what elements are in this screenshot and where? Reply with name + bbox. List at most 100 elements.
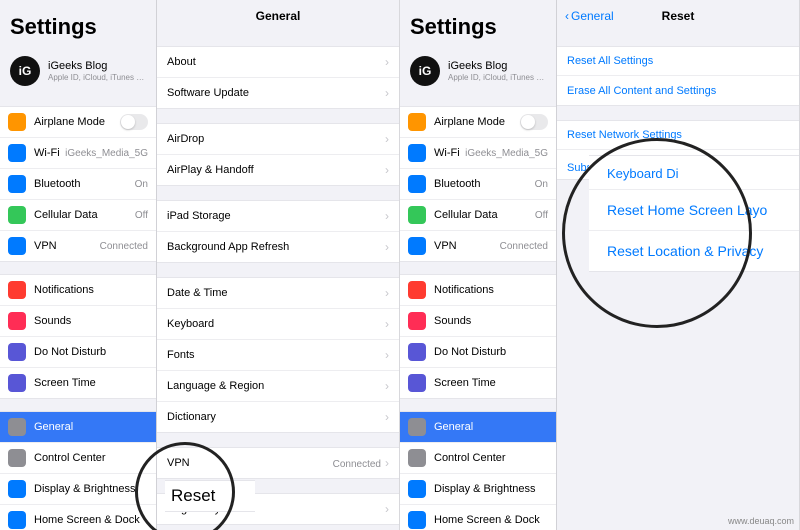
- vpn-icon: [408, 237, 426, 255]
- sidebar-item-label: General: [434, 421, 548, 433]
- sidebar-item-label: Airplane Mode: [434, 116, 520, 128]
- display-icon: [408, 480, 426, 498]
- sidebar-item-label: Display & Brightness: [34, 483, 148, 495]
- sidebar-item-label: Control Center: [34, 452, 148, 464]
- cellular-icon: [408, 206, 426, 224]
- general-row-language-region[interactable]: Language & Region›: [157, 371, 399, 402]
- erase-all-content[interactable]: Erase All Content and Settings: [557, 76, 799, 105]
- sidebar-item-screentime[interactable]: Screen Time: [0, 368, 156, 398]
- general-row-airplay-handoff[interactable]: AirPlay & Handoff›: [157, 155, 399, 185]
- back-button[interactable]: ‹ General: [565, 9, 614, 23]
- toggle-switch[interactable]: [520, 114, 548, 130]
- sidebar-item-display[interactable]: Display & Brightness: [400, 474, 556, 505]
- reset-all-settings[interactable]: Reset All Settings: [557, 47, 799, 76]
- control-center-icon: [8, 449, 26, 467]
- general-detail: General About›Software Update› AirDrop›Ai…: [156, 0, 399, 530]
- detail-header-2: ‹ General Reset: [557, 0, 799, 32]
- sidebar-item-display[interactable]: Display & Brightness: [0, 474, 156, 505]
- sidebar-item-airplane-mode[interactable]: Airplane Mode: [0, 107, 156, 138]
- general-row-airdrop[interactable]: AirDrop›: [157, 124, 399, 155]
- account-sub: Apple ID, iCloud, iTunes & App St…: [48, 73, 148, 82]
- chevron-right-icon: ›: [385, 286, 389, 300]
- sidebar-item-airplane-mode[interactable]: Airplane Mode: [400, 107, 556, 138]
- sidebar-item-cellular[interactable]: Cellular DataOff: [0, 200, 156, 231]
- chevron-right-icon: ›: [385, 379, 389, 393]
- chevron-right-icon: ›: [385, 317, 389, 331]
- sidebar-item-label: Screen Time: [34, 377, 148, 389]
- sidebar-item-control-center[interactable]: Control Center: [0, 443, 156, 474]
- toggle-switch[interactable]: [120, 114, 148, 130]
- wifi-icon: [408, 144, 426, 162]
- right-pane: Settings iG iGeeks Blog Apple ID, iCloud…: [400, 0, 800, 530]
- general-row-ipad-storage[interactable]: iPad Storage›: [157, 201, 399, 232]
- sidebar-item-value: Off: [535, 210, 548, 221]
- sidebar-item-value: iGeeks_Media_5G: [465, 148, 548, 159]
- sidebar-item-label: Wi-Fi: [34, 147, 65, 159]
- sidebar-item-label: Screen Time: [434, 377, 548, 389]
- sidebar-item-value: On: [135, 179, 148, 190]
- chevron-right-icon: ›: [385, 55, 389, 69]
- reset-row[interactable]: Reset: [165, 480, 255, 512]
- vpn-row[interactable]: VPN Connected›: [157, 448, 399, 478]
- general-row-date-time[interactable]: Date & Time›: [157, 278, 399, 309]
- avatar: iG: [410, 56, 440, 86]
- reset-location-privacy[interactable]: Reset Location & Privacy: [589, 231, 799, 272]
- reset-items-highlighted: Keyboard Di Reset Home Screen Layo Reset…: [589, 155, 799, 272]
- sidebar-item-sounds[interactable]: Sounds: [400, 306, 556, 337]
- general-row-dictionary[interactable]: Dictionary›: [157, 402, 399, 432]
- sidebar-item-general[interactable]: General: [0, 412, 156, 443]
- sidebar-item-notifications[interactable]: Notifications: [400, 275, 556, 306]
- reset-home-screen-layout[interactable]: Reset Home Screen Layo: [589, 190, 799, 231]
- sidebar-item-label: VPN: [434, 240, 500, 252]
- airplane-mode-icon: [8, 113, 26, 131]
- reset-keyboard-dictionary[interactable]: Keyboard Di: [589, 155, 799, 190]
- general-row-fonts[interactable]: Fonts›: [157, 340, 399, 371]
- dnd-icon: [408, 343, 426, 361]
- settings-sidebar: Settings iG iGeeks Blog Apple ID, iCloud…: [0, 0, 156, 530]
- account-row-2[interactable]: iG iGeeks Blog Apple ID, iCloud, iTunes …: [400, 50, 556, 94]
- chevron-right-icon: ›: [385, 502, 389, 516]
- bluetooth-icon: [8, 175, 26, 193]
- detail-title: General: [256, 9, 301, 23]
- sidebar-item-label: General: [34, 421, 148, 433]
- sidebar-item-label: Cellular Data: [34, 209, 135, 221]
- general-row-about[interactable]: About›: [157, 47, 399, 78]
- sidebar-item-label: Cellular Data: [434, 209, 535, 221]
- airplane-mode-icon: [408, 113, 426, 131]
- chevron-right-icon: ›: [385, 132, 389, 146]
- sidebar-item-label: Sounds: [34, 315, 148, 327]
- avatar: iG: [10, 56, 40, 86]
- settings-sidebar-2: Settings iG iGeeks Blog Apple ID, iCloud…: [400, 0, 556, 530]
- sidebar-item-general[interactable]: General: [400, 412, 556, 443]
- wifi-icon: [8, 144, 26, 162]
- sidebar-item-bluetooth[interactable]: BluetoothOn: [0, 169, 156, 200]
- general-row-keyboard[interactable]: Keyboard›: [157, 309, 399, 340]
- sidebar-item-vpn[interactable]: VPNConnected: [0, 231, 156, 261]
- sidebar-item-dnd[interactable]: Do Not Disturb: [0, 337, 156, 368]
- general-icon: [408, 418, 426, 436]
- homescreen-icon: [8, 511, 26, 529]
- sidebar-item-wifi[interactable]: Wi-FiiGeeks_Media_5G: [400, 138, 556, 169]
- general-row-background-app-refresh[interactable]: Background App Refresh›: [157, 232, 399, 262]
- sidebar-item-control-center[interactable]: Control Center: [400, 443, 556, 474]
- reset-network-settings[interactable]: Reset Network Settings: [557, 121, 799, 150]
- account-row[interactable]: iG iGeeks Blog Apple ID, iCloud, iTunes …: [0, 50, 156, 94]
- sidebar-item-sounds[interactable]: Sounds: [0, 306, 156, 337]
- sidebar-item-screentime[interactable]: Screen Time: [400, 368, 556, 398]
- sidebar-item-label: Home Screen & Dock: [434, 514, 548, 526]
- sidebar-item-value: On: [535, 179, 548, 190]
- sidebar-item-homescreen[interactable]: Home Screen & Dock: [400, 505, 556, 530]
- chevron-right-icon: ›: [385, 86, 389, 100]
- sidebar-item-wifi[interactable]: Wi-FiiGeeks_Media_5G: [0, 138, 156, 169]
- sidebar-item-dnd[interactable]: Do Not Disturb: [400, 337, 556, 368]
- sidebar-item-cellular[interactable]: Cellular DataOff: [400, 200, 556, 231]
- detail-title-2: Reset: [662, 9, 695, 23]
- display-icon: [8, 480, 26, 498]
- general-row-software-update[interactable]: Software Update›: [157, 78, 399, 108]
- settings-title: Settings: [0, 0, 156, 50]
- sidebar-item-bluetooth[interactable]: BluetoothOn: [400, 169, 556, 200]
- sidebar-item-homescreen[interactable]: Home Screen & Dock: [0, 505, 156, 530]
- sidebar-item-notifications[interactable]: Notifications: [0, 275, 156, 306]
- sidebar-item-vpn[interactable]: VPNConnected: [400, 231, 556, 261]
- sidebar-item-label: Sounds: [434, 315, 548, 327]
